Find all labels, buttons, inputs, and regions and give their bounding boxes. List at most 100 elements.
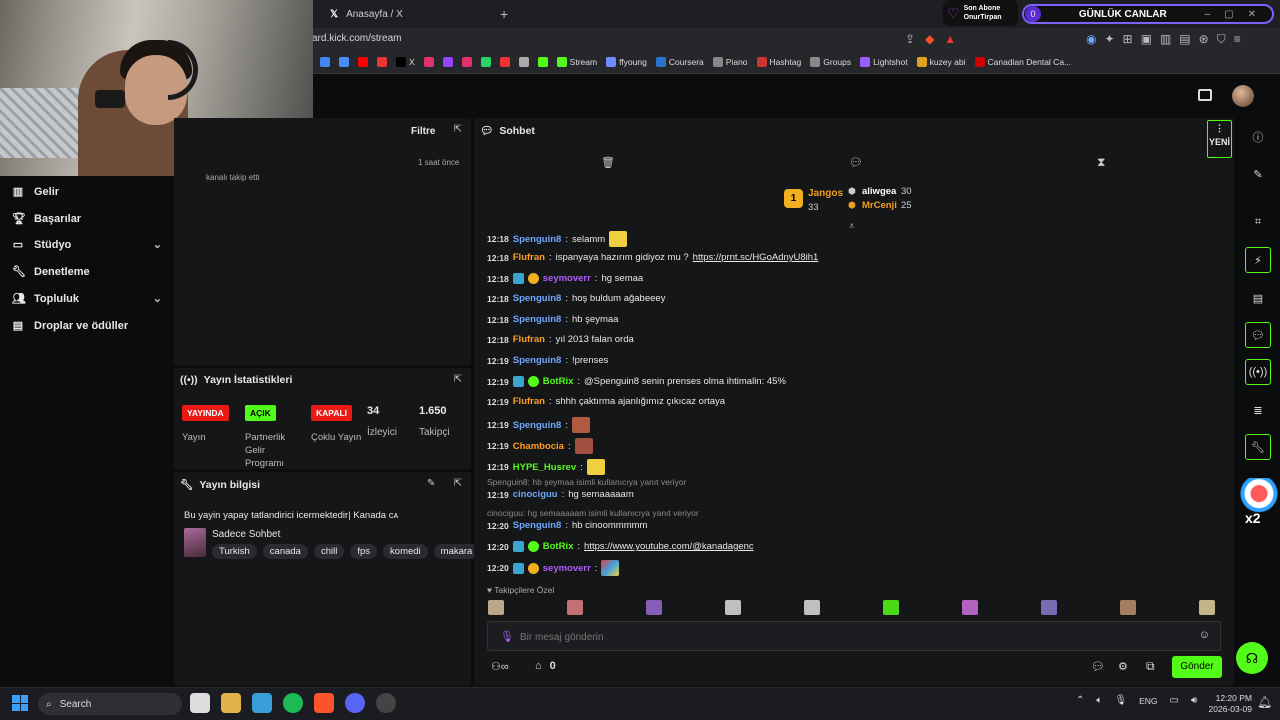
bookmark-item[interactable] [499,57,510,67]
leo-icon[interactable]: ✦ [1104,32,1114,47]
quick-emote-icon[interactable] [962,600,978,615]
bookmark-item[interactable] [339,57,349,67]
volume-icon[interactable]: 🔊︎ [1191,695,1197,706]
chat-input-box[interactable]: 🎙︎ ☺ [487,621,1221,651]
puzzle-icon[interactable]: ⧉ [1146,659,1155,674]
message-username[interactable]: Flufran [513,396,545,407]
quick-emote-icon[interactable] [488,600,504,615]
bookmark-item[interactable] [358,57,368,67]
bookmark-item[interactable] [442,57,453,67]
edit-icon[interactable]: ✎ [427,478,435,489]
bookmark-item[interactable]: Lightshot [860,57,908,67]
tag-chip[interactable]: canada [262,544,308,559]
layers-icon[interactable]: ≣ [1245,397,1271,423]
network-icon[interactable]: ▭ [1170,695,1179,706]
avatar[interactable] [1232,85,1254,107]
message-username[interactable]: seymoverr [543,273,591,284]
bookmark-item[interactable] [377,57,387,67]
bookmark-item[interactable] [461,57,472,67]
tag-chip[interactable]: chill [313,544,345,559]
support-icon[interactable]: ☊ [1236,642,1268,674]
popout-icon[interactable]: ⇱ [454,374,462,385]
mic-icon[interactable]: 🎙︎ [500,630,514,643]
mic-tray-icon[interactable]: 🎙︎ [1114,695,1127,706]
bookmark-item[interactable] [518,57,529,67]
quick-emote-icon[interactable] [883,600,899,615]
window-controls[interactable]: –▢✕ [1205,9,1272,20]
chat-tool-icon[interactable]: 💬︎ [1245,322,1271,348]
bookmark-item[interactable]: Hashtag [756,57,801,67]
message-username[interactable]: Chambocia [513,441,564,452]
crop-icon[interactable]: ⌗ [1245,209,1271,235]
emoji-icon[interactable]: ☺ [1199,629,1210,641]
infinity-icon[interactable]: ⚇∞ [491,660,509,673]
sidebar-item[interactable]: ▭ Stüdyo ⌄ [12,238,162,252]
new-tab-button[interactable]: + [500,6,508,22]
quick-emote-icon[interactable] [1120,600,1136,615]
spotify-icon[interactable] [283,693,303,713]
info-icon[interactable]: ⓘ [1245,124,1271,150]
message-username[interactable]: BotRix [543,376,574,387]
sidebar-item[interactable]: 🔧︎ Denetleme [12,265,162,279]
clipboard-icon[interactable]: ▤ [1245,285,1271,311]
sidebar-item[interactable]: ▥ Gelir [12,185,162,199]
category-thumbnail[interactable] [184,528,206,557]
pen-icon[interactable]: ✎ [1245,161,1271,187]
brave-rewards-icon[interactable]: ▲ [944,32,956,46]
collapse-icon[interactable]: ⩡ [849,221,855,232]
wrench-tool-icon[interactable]: 🔧︎ [1245,434,1271,460]
shield-icon[interactable]: ⛉ [1217,32,1226,47]
bookmark-item[interactable]: Coursera [655,57,704,67]
taskbar-clock[interactable]: 12:20 PM 2026-03-09 [1206,693,1252,715]
browser-tab[interactable]: 𝕏 Anasayfa / X [330,3,500,25]
brave-shield-icon[interactable]: ◆ [925,32,934,46]
puzzle-icon[interactable]: ⊞ [1123,32,1133,47]
reply-context[interactable]: Spenguin8: hb şeymaa isimli kullanıcıya … [487,477,686,487]
brave-icon[interactable] [314,693,334,713]
reply-context[interactable]: cinociguu: hg semaaaaam isimli kullanıcı… [487,508,699,518]
speaker-icon[interactable]: 🔈︎ [1096,695,1102,706]
taskbar-search[interactable]: ⌕ Search [38,693,182,715]
store-app-icon[interactable] [221,693,241,713]
bookmark-item[interactable] [423,57,434,67]
bookmark-item[interactable]: ffyoung [606,57,647,67]
bolt-icon[interactable]: ⚡︎ [1245,247,1271,273]
bookmark-item[interactable]: kuzey abi [916,57,966,67]
chevron-up-icon[interactable]: ⌃ [1076,695,1084,706]
message-link[interactable]: https://www.youtube.com/@kanadagenc [584,541,754,552]
send-button[interactable]: Gönder [1172,656,1222,678]
message-username[interactable]: Spenguin8 [513,520,562,531]
sidebar-item[interactable]: ▤ Droplar ve ödüller [12,319,162,333]
message-username[interactable]: cinociguu [513,489,558,500]
message-username[interactable]: Flufran [513,334,545,345]
trash-icon[interactable]: 🗑︎ [601,156,615,169]
message-username[interactable]: BotRix [543,541,574,552]
message-username[interactable]: seymoverr [543,563,591,574]
category-name[interactable]: Sadece Sohbet [212,529,280,540]
address-bar-url[interactable]: ard.kick.com/stream [312,33,401,44]
sidebar-item[interactable]: 🏆︎ Başarılar [12,212,162,226]
popout-icon[interactable]: ⇱ [454,124,462,135]
wallet-icon[interactable]: ▤ [1179,32,1190,47]
message-username[interactable]: Spenguin8 [513,420,562,431]
quick-emote-icon[interactable] [646,600,662,615]
chat-mode-icon[interactable]: 💬︎ [849,156,863,169]
bookmark-item[interactable]: Groups [810,57,851,67]
chat-input[interactable] [520,628,1170,646]
message-username[interactable]: Flufran [513,252,545,263]
tag-chip[interactable]: fps [350,544,378,559]
sidebar-item[interactable]: 👥︎ Topluluk ⌄ [12,292,162,306]
notification-icon[interactable]: 🔔︎ [1257,695,1272,709]
quick-emote-icon[interactable] [567,600,583,615]
audio-icon[interactable]: ◉ [1086,32,1096,47]
quick-emote-icon[interactable] [725,600,741,615]
bookmark-item[interactable] [537,57,548,67]
tag-chip[interactable]: komedi [383,544,428,559]
popout-icon[interactable]: ⇱ [454,478,462,489]
quick-emote-icon[interactable] [804,600,820,615]
bookmark-item[interactable]: Piano [712,57,748,67]
bookmark-item[interactable]: Canadian Dental Ca... [974,57,1071,67]
tag-chip[interactable]: Turkish [212,544,257,559]
chat-menu-button[interactable]: ⋮ YENİ [1207,120,1232,158]
menu-icon[interactable]: ≡ [1234,32,1241,47]
